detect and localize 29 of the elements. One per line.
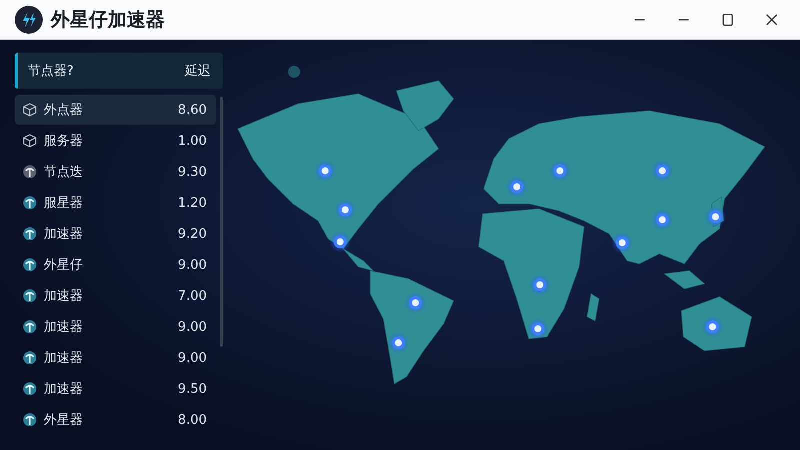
window-title: 外星仔加速器: [51, 8, 165, 32]
close-icon: [766, 14, 778, 26]
server-row[interactable]: 外星仔 9.00: [15, 250, 216, 280]
column-header: 节点器?: [28, 63, 74, 80]
globe-icon: [23, 320, 37, 334]
server-row[interactable]: 加速器 9.00: [15, 343, 216, 373]
globe-icon: [23, 413, 37, 427]
server-row[interactable]: 服星器 1.20: [15, 188, 216, 218]
globe-icon: [23, 289, 37, 303]
globe-icon: [23, 227, 37, 241]
server-row[interactable]: 加速器 9.20: [15, 219, 216, 249]
globe-icon: [23, 196, 37, 210]
maximize-icon: [722, 14, 734, 26]
globe-icon: [23, 351, 37, 365]
scrollbar[interactable]: [220, 97, 223, 347]
server-row[interactable]: 服务器 1.00: [15, 126, 216, 156]
server-row[interactable]: 外点器 8.60: [15, 95, 216, 125]
server-row[interactable]: 加速器 9.00: [15, 312, 216, 342]
globe-icon: [23, 258, 37, 272]
globe-icon: [23, 382, 37, 396]
server-row[interactable]: 节点迭 9.30: [15, 157, 216, 187]
server-row[interactable]: 外星器 8.00: [15, 405, 216, 435]
cube-icon: [23, 134, 37, 148]
server-row[interactable]: 加速器 9.50: [15, 374, 216, 404]
server-row[interactable]: 加速器 7.00: [15, 281, 216, 311]
cube-icon: [23, 103, 37, 117]
lightning-bolt-icon: [15, 6, 43, 34]
column-header: 延迟: [185, 63, 211, 80]
globe-icon: [23, 165, 37, 179]
